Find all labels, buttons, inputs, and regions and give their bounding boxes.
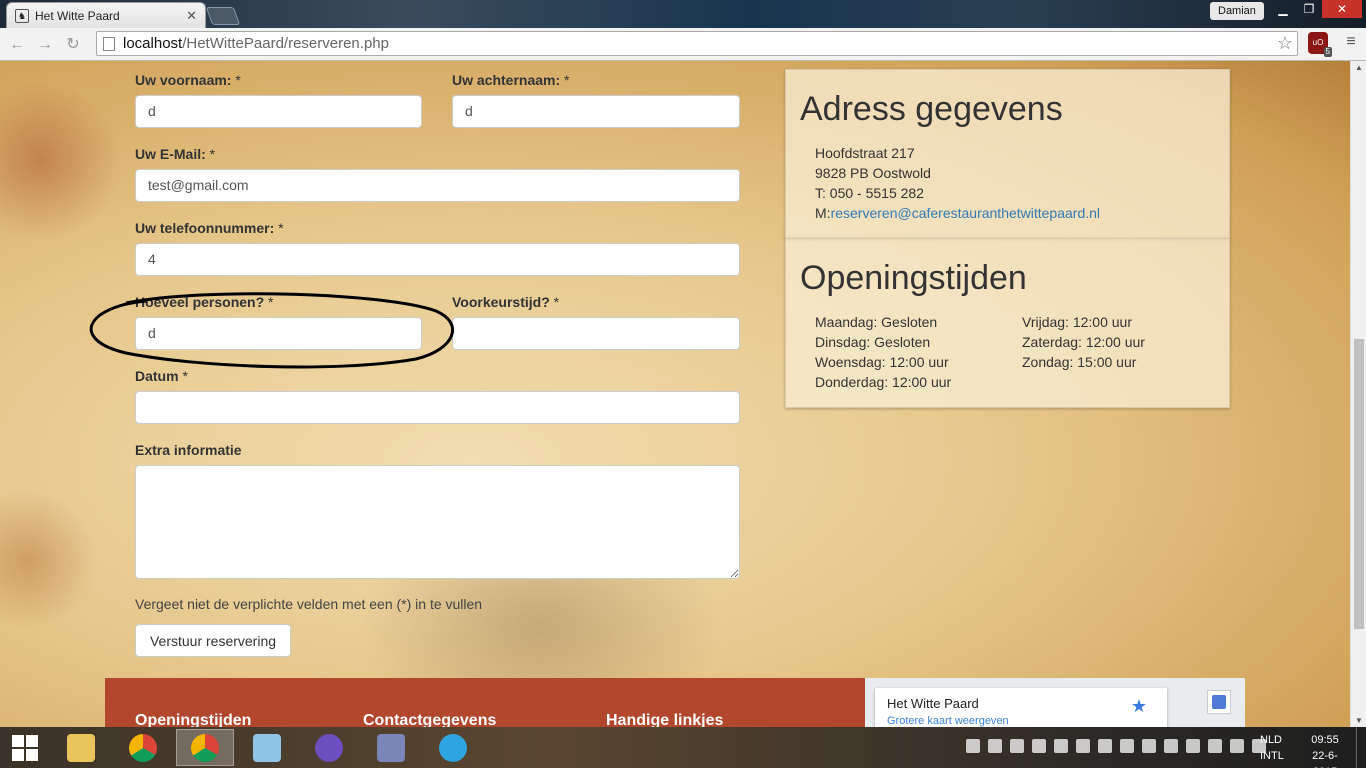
submit-reservation-button[interactable]: Verstuur reservering [135, 624, 291, 657]
first-name-label: Uw voornaam: * [135, 72, 241, 88]
browser-toolbar: ← → ↻ localhost/HetWittePaard/reserveren… [0, 28, 1366, 61]
map-larger-link[interactable]: Grotere kaart weergeven [887, 715, 1155, 727]
hours-wednesday: Woensdag: 12:00 uur [815, 354, 949, 370]
address-title: Adress gegevens [800, 90, 1063, 128]
address-street: Hoofdstraat 217 [815, 145, 915, 161]
map-save-star-icon[interactable]: ★ [1131, 696, 1147, 717]
scrollbar-thumb[interactable] [1354, 339, 1364, 629]
close-window-button[interactable]: ✕ [1322, 0, 1362, 18]
phone-label: Uw telefoonnummer: * [135, 220, 284, 236]
clock-date: 22-6-2015 [1312, 750, 1338, 768]
time-input[interactable] [452, 317, 740, 350]
hours-tuesday: Dinsdag: Gesloten [815, 334, 931, 350]
title-bar: ♞ Het Witte Paard ✕ Damian ▁ ❐ ✕ [0, 0, 1366, 28]
github-icon[interactable] [300, 729, 358, 766]
email-link[interactable]: reserveren@caferestauranthetwittepaard.n… [831, 205, 1100, 221]
tab-title: Het Witte Paard [35, 8, 120, 23]
opening-hours-panel: Openingstijden Maandag: Gesloten Dinsdag… [785, 238, 1230, 408]
forward-icon[interactable]: → [34, 34, 56, 56]
menu-icon[interactable]: ≡ [1342, 34, 1360, 52]
clock[interactable]: 09:55 22-6-2015 [1300, 732, 1350, 768]
first-name-input[interactable]: d [135, 95, 422, 128]
tray-usb-icon[interactable] [1142, 739, 1156, 753]
footer-heading-hours: Openingstijden [135, 712, 252, 727]
tray-telegram-icon[interactable] [988, 739, 1002, 753]
opening-hours-title: Openingstijden [800, 259, 1027, 297]
time-label: Voorkeurstijd? * [452, 294, 560, 310]
email-label: Uw E-Mail: * [135, 146, 216, 162]
site-footer: Openingstijden Contactgegevens Handige l… [105, 678, 865, 727]
browser-tab[interactable]: ♞ Het Witte Paard ✕ [6, 2, 206, 28]
embedded-map[interactable]: Het Witte Paard Grotere kaart weergeven … [865, 678, 1245, 727]
pegman-icon[interactable] [1207, 690, 1231, 714]
email-input[interactable]: test@gmail.com [135, 169, 740, 202]
restore-button[interactable]: ❐ [1296, 0, 1322, 18]
profile-button[interactable]: Damian [1210, 2, 1264, 20]
extra-info-textarea[interactable] [135, 465, 740, 579]
last-name-input[interactable]: d [452, 95, 740, 128]
bookmark-star-icon[interactable]: ☆ [1277, 33, 1293, 54]
hours-friday: Vrijdag: 12:00 uur [1022, 314, 1132, 330]
chrome-icon[interactable] [114, 729, 172, 766]
clock-time: 09:55 [1311, 734, 1339, 746]
page-scrollbar[interactable]: ▲ ▼ [1350, 61, 1366, 727]
date-input[interactable] [135, 391, 740, 424]
ublock-extension-icon[interactable]: uO 5 [1308, 32, 1332, 57]
php-icon[interactable] [362, 729, 420, 766]
map-info-card: Het Witte Paard Grotere kaart weergeven … [875, 688, 1167, 727]
tray-tools-icon[interactable] [1186, 739, 1200, 753]
url-path: /HetWittePaard/reserveren.php [182, 35, 389, 52]
tray-display-icon[interactable] [1120, 739, 1134, 753]
phone-input[interactable]: 4 [135, 243, 740, 276]
address-bar[interactable]: localhost/HetWittePaard/reserveren.php ☆ [96, 31, 1298, 56]
required-fields-hint: Vergeet niet de verplichte velden met ee… [135, 596, 483, 612]
footer-heading-contact: Contactgegevens [363, 712, 497, 727]
tray-avast-icon[interactable] [1032, 739, 1046, 753]
show-desktop-button[interactable] [1356, 727, 1366, 768]
windows-start-icon[interactable] [12, 735, 38, 761]
address-phone: T: 050 - 5515 282 [815, 185, 924, 201]
reload-icon[interactable]: ↻ [62, 34, 84, 56]
tray-bluetooth-icon[interactable] [1076, 739, 1090, 753]
system-tray [966, 739, 1266, 753]
new-tab-button[interactable] [205, 7, 241, 25]
tray-cloud-icon[interactable] [1010, 739, 1024, 753]
minimize-button[interactable]: ▁ [1270, 0, 1296, 18]
tab-close-icon[interactable]: ✕ [186, 8, 197, 24]
url-host: localhost [123, 35, 183, 52]
notepad-icon[interactable] [238, 729, 296, 766]
tray-flag-icon[interactable] [1164, 739, 1178, 753]
extra-info-label: Extra informatie [135, 442, 242, 458]
page-viewport: Uw voornaam: * d Uw achternaam: * d Uw E… [0, 61, 1350, 727]
address-city: 9828 PB Oostwold [815, 165, 931, 181]
back-icon[interactable]: ← [6, 34, 28, 56]
map-place-name: Het Witte Paard [887, 696, 979, 711]
tray-battery-icon[interactable] [1208, 739, 1222, 753]
address-panel: Adress gegevens Hoofdstraat 217 9828 PB … [785, 69, 1230, 239]
tray-xampp-icon[interactable] [1054, 739, 1068, 753]
tray-nvidia-icon[interactable] [1098, 739, 1112, 753]
hand-drawn-circle-annotation [89, 292, 455, 369]
language-indicator[interactable]: NLD INTL [1260, 732, 1284, 764]
tray-windows-icon[interactable] [966, 739, 980, 753]
telegram-icon[interactable] [424, 729, 482, 766]
windows-taskbar: NLD INTL 09:55 22-6-2015 [0, 727, 1366, 768]
favicon-icon: ♞ [15, 8, 29, 23]
scroll-down-icon[interactable]: ▼ [1355, 716, 1363, 725]
footer-heading-links: Handige linkjes [606, 712, 724, 727]
scroll-up-icon[interactable]: ▲ [1355, 63, 1363, 72]
file-explorer-icon[interactable] [52, 729, 110, 766]
last-name-label: Uw achternaam: * [452, 72, 570, 88]
hours-monday: Maandag: Gesloten [815, 314, 938, 330]
hours-saturday: Zaterdag: 12:00 uur [1022, 334, 1145, 350]
mail-prefix: M: [815, 205, 831, 221]
chrome-active-icon[interactable] [176, 729, 234, 766]
tray-signal-icon[interactable] [1230, 739, 1244, 753]
extension-count-badge: 5 [1323, 47, 1332, 57]
page-icon [103, 36, 115, 51]
hours-thursday: Donderdag: 12:00 uur [815, 374, 952, 390]
hours-sunday: Zondag: 15:00 uur [1022, 354, 1137, 370]
